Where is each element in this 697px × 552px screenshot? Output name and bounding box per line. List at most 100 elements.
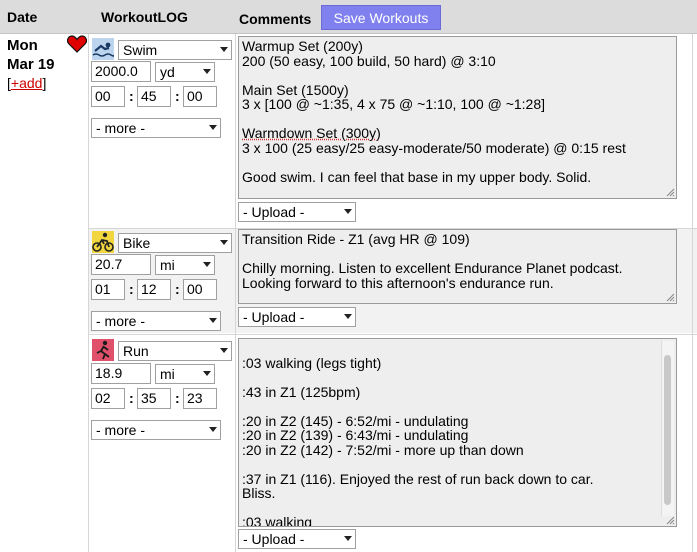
chevron-down-icon [220, 47, 228, 52]
upload-select-value: - Upload - [243, 531, 305, 547]
minutes-input[interactable]: 35 [137, 388, 171, 409]
comment-line: Chilly morning. Listen to excellent Endu… [242, 260, 623, 276]
more-select[interactable]: - more - [91, 311, 221, 331]
unit-select-value: yd [160, 64, 175, 80]
comment-line: 3 x [100 @ ~1:35, 4 x 75 @ ~1:10, 100 @ … [242, 96, 546, 112]
comment-textarea[interactable]: Warmup Set (200y) 200 (50 easy, 100 buil… [238, 36, 677, 199]
comment-line [242, 399, 673, 414]
unit-select[interactable]: yd [155, 62, 215, 82]
hours-input[interactable]: 00 [91, 86, 125, 107]
sport-select[interactable]: Swim [118, 40, 232, 60]
comment-line [242, 501, 673, 516]
minutes-input[interactable]: 45 [137, 86, 171, 107]
date-label: Mar 19 [7, 56, 55, 73]
chevron-down-icon [344, 314, 352, 319]
chevron-down-icon [209, 318, 217, 323]
add-workout-link-wrapper: [+add] [7, 74, 67, 93]
time-separator: : [129, 88, 134, 104]
more-select-value: - more - [96, 120, 145, 136]
comment-line [242, 370, 673, 385]
day-cell: Mon Mar 19 [+add] [7, 36, 67, 93]
comment-textarea[interactable]: Transition Ride - Z1 (avg HR @ 109) Chil… [238, 229, 677, 304]
comment-line: Bliss. [242, 485, 276, 501]
chevron-down-icon [209, 427, 217, 432]
comment-line: Main Set (1500y) [242, 81, 349, 98]
unit-select[interactable]: mi [155, 255, 215, 275]
sport-select-value: Run [123, 343, 149, 359]
upload-select-value: - Upload - [243, 204, 305, 220]
sport-select-value: Swim [123, 42, 158, 58]
more-select[interactable]: - more - [91, 420, 221, 440]
comment-line: Warmup Set (200y) [242, 38, 363, 54]
chevron-down-icon [203, 371, 211, 376]
chevron-down-icon [344, 536, 352, 541]
comment-line: :43 in Z1 (125bpm) [242, 383, 361, 400]
comment-line: Looking forward to this afternoon's endu… [242, 274, 554, 291]
add-workout-link[interactable]: +add [11, 75, 43, 91]
table-header: Date WorkoutLOG Comments Save Workouts [0, 0, 697, 34]
seconds-input[interactable]: 00 [183, 86, 217, 107]
time-separator: : [175, 390, 180, 406]
row-divider [88, 334, 697, 335]
distance-input[interactable]: 2000.0 [91, 61, 151, 82]
sport-select[interactable]: Bike [118, 233, 232, 253]
comment-line: :03 walking (legs tight) [242, 354, 382, 371]
comment-line [242, 457, 673, 472]
textarea-scrollbar[interactable] [661, 341, 674, 516]
upload-select[interactable]: - Upload - [238, 202, 356, 222]
column-divider [88, 34, 89, 552]
seconds-input[interactable]: 23 [183, 388, 217, 409]
comment-line [242, 68, 673, 83]
comment-line: Warmdown Set (300y) [242, 125, 381, 141]
add-link-bracket-close: ] [42, 75, 47, 91]
more-select[interactable]: - more - [91, 118, 221, 138]
weekday-label: Mon [7, 37, 38, 54]
scrollbar-thumb[interactable] [664, 355, 671, 505]
resize-grip-icon[interactable] [666, 293, 675, 302]
unit-select-value: mi [160, 366, 175, 382]
comments-column-header: Comments [239, 11, 312, 27]
time-separator: : [175, 281, 180, 297]
column-divider [692, 34, 693, 552]
comment-line: :20 in Z2 (142) - 7:52/mi - more up than… [242, 441, 524, 458]
distance-input[interactable]: 18.9 [91, 363, 151, 384]
unit-select[interactable]: mi [155, 364, 215, 384]
comment-line: :37 in Z1 (116). Enjoyed the rest of run… [242, 470, 594, 487]
hours-input[interactable]: 02 [91, 388, 125, 409]
time-separator: : [175, 88, 180, 104]
comment-line: :20 in Z2 (139) - 6:43/mi - undulating [242, 427, 469, 443]
time-separator: : [129, 281, 134, 297]
distance-input[interactable]: 20.7 [91, 254, 151, 275]
chevron-down-icon [220, 240, 228, 245]
more-select-value: - more - [96, 313, 145, 329]
chevron-down-icon [220, 348, 228, 353]
seconds-input[interactable]: 00 [183, 279, 217, 300]
unit-select-value: mi [160, 257, 175, 273]
swimmer-icon [92, 38, 114, 60]
comment-line [242, 247, 673, 262]
resize-grip-icon[interactable] [666, 516, 675, 525]
sport-select-value: Bike [123, 235, 151, 251]
chevron-down-icon [203, 69, 211, 74]
sport-select[interactable]: Run [118, 341, 232, 361]
comment-line: Transition Ride - Z1 (avg HR @ 109) [242, 231, 470, 247]
comment-line: :03 walking [242, 514, 313, 527]
comment-textarea[interactable]: :03 walking (legs tight) :43 in Z1 (125b… [238, 338, 677, 527]
comment-line: :20 in Z2 (145) - 6:52/mi - undulating [242, 412, 469, 429]
upload-select[interactable]: - Upload - [238, 529, 356, 549]
save-workouts-button[interactable]: Save Workouts [321, 5, 441, 30]
comment-line: Good swim. I can feel that base in my up… [242, 168, 592, 185]
date-column-header: Date [7, 9, 38, 25]
heart-icon[interactable] [67, 35, 87, 53]
resize-grip-icon[interactable] [666, 188, 675, 197]
cyclist-icon [92, 231, 114, 253]
hours-input[interactable]: 01 [91, 279, 125, 300]
column-divider [235, 34, 236, 552]
comment-line [242, 112, 673, 127]
chevron-down-icon [344, 209, 352, 214]
upload-select[interactable]: - Upload - [238, 307, 356, 327]
runner-icon [92, 339, 114, 361]
comment-line [242, 155, 673, 170]
comment-line: 200 (50 easy, 100 build, 50 hard) @ 3:10 [242, 52, 496, 69]
minutes-input[interactable]: 12 [137, 279, 171, 300]
